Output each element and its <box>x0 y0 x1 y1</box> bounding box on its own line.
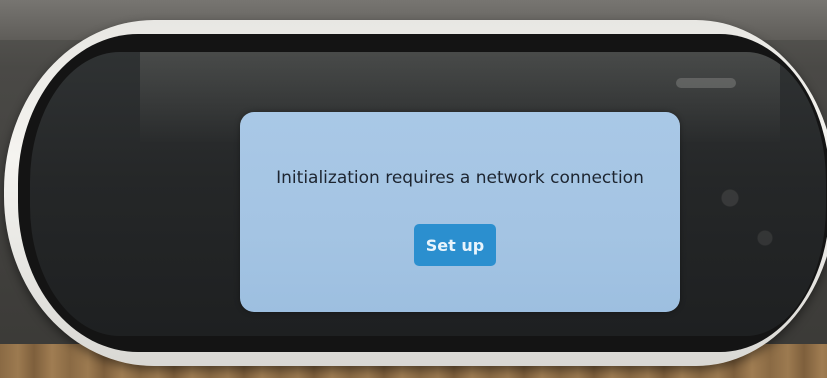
photo-scene: Initialization requires a network connec… <box>0 0 827 378</box>
screen-glare <box>676 78 736 88</box>
device-shell: Initialization requires a network connec… <box>4 20 827 366</box>
screen-reflection-dots <box>716 182 786 262</box>
setup-button[interactable]: Set up <box>414 224 496 266</box>
dialog-message: Initialization requires a network connec… <box>276 168 644 188</box>
network-setup-dialog: Initialization requires a network connec… <box>240 112 680 312</box>
device-bezel: Initialization requires a network connec… <box>18 34 827 352</box>
device-screen: Initialization requires a network connec… <box>30 52 826 336</box>
